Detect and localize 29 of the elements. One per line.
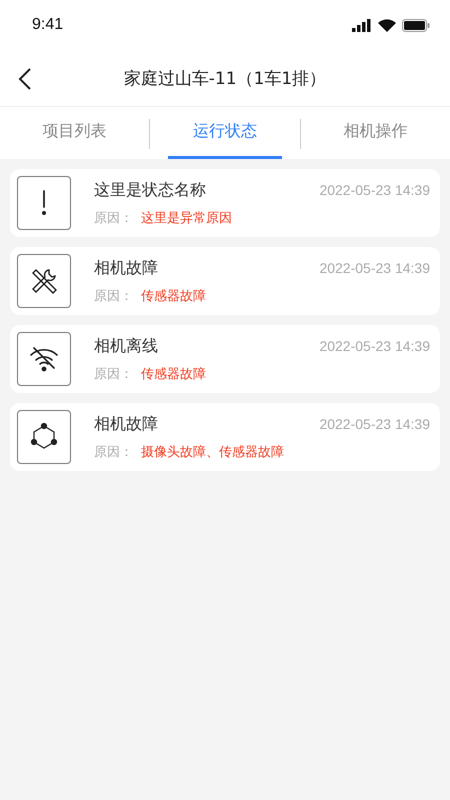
status-title: 相机离线 <box>94 336 158 356</box>
status-time: 2022-05-23 14:39 <box>319 416 430 432</box>
status-card[interactable]: 相机故障 2022-05-23 14:39 原因： 摄像头故障、传感器故障 <box>10 403 440 471</box>
status-time: 9:41 <box>32 16 64 34</box>
reason-label: 原因： <box>94 444 133 460</box>
status-title: 相机故障 <box>94 414 158 434</box>
reason-text: 传感器故障 <box>141 288 206 304</box>
reason-text: 这里是异常原因 <box>141 210 232 226</box>
status-time: 2022-05-23 14:39 <box>319 260 430 276</box>
tab[interactable]: 运行状态 <box>168 107 282 159</box>
wifi-icon <box>378 18 396 32</box>
reason-text: 传感器故障 <box>141 366 206 382</box>
reason-label: 原因： <box>94 288 133 304</box>
battery-icon <box>402 18 430 32</box>
status-card[interactable]: 相机离线 2022-05-23 14:39 原因： 传感器故障 <box>10 325 440 393</box>
status-time: 2022-05-23 14:39 <box>319 338 430 354</box>
exclamation-icon <box>41 190 47 216</box>
status-card[interactable]: 相机故障 2022-05-23 14:39 原因： 传感器故障 <box>10 247 440 315</box>
reason-label: 原因： <box>94 210 133 226</box>
status-title: 这里是状态名称 <box>94 180 206 200</box>
status-time: 2022-05-23 14:39 <box>319 182 430 198</box>
page-title: 家庭过山车-11（1车1排） <box>124 68 326 90</box>
status-card[interactable]: 这里是状态名称 2022-05-23 14:39 原因： 这里是异常原因 <box>10 169 440 237</box>
tab[interactable]: 相机操作 <box>318 107 432 159</box>
reason-label: 原因： <box>94 366 133 382</box>
signal-icon <box>352 18 372 32</box>
tab[interactable]: 项目列表 <box>18 107 132 159</box>
status-title: 相机故障 <box>94 258 158 278</box>
reason-text: 摄像头故障、传感器故障 <box>141 444 284 460</box>
